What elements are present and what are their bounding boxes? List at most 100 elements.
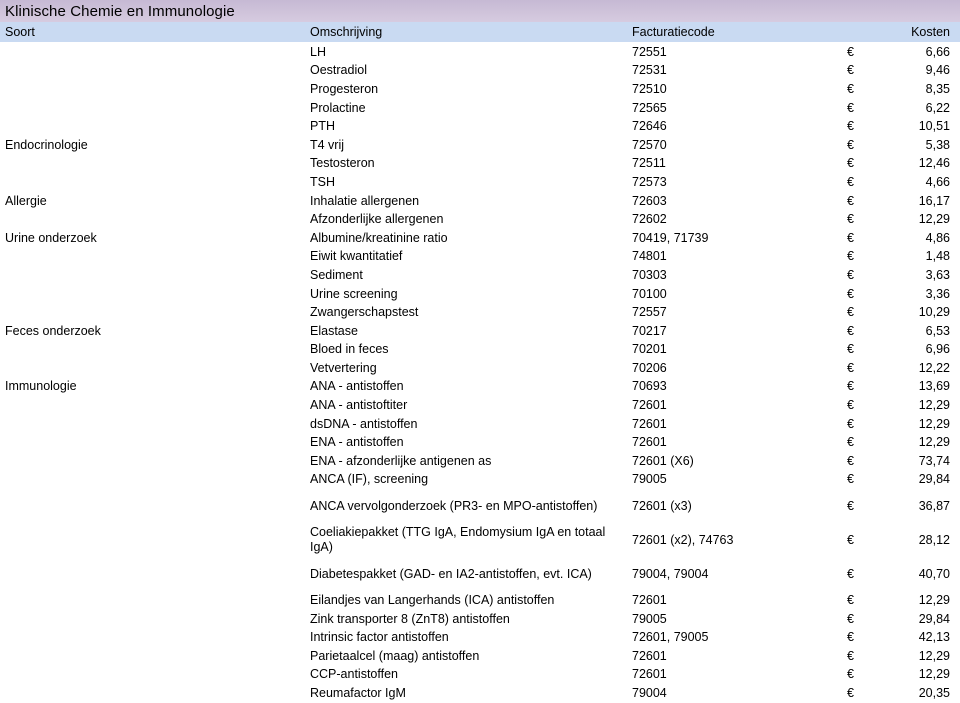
cell-soort: Urine onderzoek	[5, 230, 97, 245]
cell-omschrijving: Parietaalcel (maag) antistoffen	[310, 648, 480, 663]
cell-facturatiecode: 72646	[632, 119, 667, 134]
cell-kosten: 12,29	[918, 648, 950, 663]
cell-kosten: 16,17	[918, 193, 950, 208]
table-row: Bloed in feces 70201 €6,96	[0, 341, 960, 360]
cell-currency-symbol: €	[847, 416, 854, 431]
table-row: Urine screening 70100 €3,36	[0, 285, 960, 304]
cell-omschrijving: Sediment	[310, 267, 363, 282]
cell-soort: Endocrinologie	[5, 137, 88, 152]
cell-currency-symbol: €	[847, 119, 854, 134]
column-header-omschrijving: Omschrijving	[310, 25, 383, 39]
cell-facturatiecode: 70693	[632, 379, 667, 394]
cell-currency-symbol: €	[847, 593, 854, 608]
cell-currency-symbol: €	[847, 472, 854, 487]
cell-kosten: 29,84	[918, 472, 950, 487]
cell-currency-symbol: €	[847, 305, 854, 320]
cell-kosten: 8,35	[925, 81, 950, 96]
cell-omschrijving: Progesteron	[310, 81, 379, 96]
page-title: Klinische Chemie en Immunologie	[5, 2, 235, 20]
cell-kosten: 12,29	[918, 593, 950, 608]
cell-omschrijving: Afzonderlijke allergenen	[310, 212, 444, 227]
cell-omschrijving: CCP-antistoffen	[310, 667, 399, 682]
cell-facturatiecode: 72601 (x3)	[632, 498, 692, 513]
cell-currency-symbol: €	[847, 174, 854, 189]
cell-facturatiecode: 70419, 71739	[632, 230, 709, 245]
cell-omschrijving: ANCA vervolgonderzoek (PR3- en MPO-antis…	[310, 498, 598, 513]
cell-omschrijving: Eilandjes van Langerhands (ICA) antistof…	[310, 593, 555, 608]
cell-facturatiecode: 72510	[632, 81, 667, 96]
cell-currency-symbol: €	[847, 435, 854, 450]
cell-kosten: 6,66	[925, 44, 950, 59]
cell-facturatiecode: 72601	[632, 435, 667, 450]
table-row: ANA - antistoftiter 72601 €12,29	[0, 396, 960, 415]
cell-omschrijving: Coeliakiepakket (TTG IgA, Endomysium IgA…	[310, 525, 606, 555]
cell-omschrijving: Oestradiol	[310, 63, 367, 78]
cell-kosten: 6,53	[925, 323, 950, 338]
cell-omschrijving: Inhalatie allergenen	[310, 193, 420, 208]
cell-facturatiecode: 72601	[632, 416, 667, 431]
cell-facturatiecode: 79005	[632, 472, 667, 487]
table-row: Zink transporter 8 (ZnT8) antistoffen 790…	[0, 610, 960, 629]
cell-omschrijving: Eiwit kwantitatief	[310, 249, 403, 264]
table-row: Afzonderlijke allergenen 72602 €12,29	[0, 210, 960, 229]
cell-omschrijving: Intrinsic factor antistoffen	[310, 630, 449, 645]
cell-currency-symbol: €	[847, 193, 854, 208]
cell-facturatiecode: 72570	[632, 137, 667, 152]
section-title-band: Klinische Chemie en Immunologie	[0, 0, 960, 22]
table-row: Eilandjes van Langerhands (ICA) antistof…	[0, 591, 960, 610]
cell-kosten: 6,96	[925, 342, 950, 357]
cell-kosten: 28,12	[918, 532, 950, 547]
cell-facturatiecode: 70201	[632, 342, 667, 357]
cell-omschrijving: Testosteron	[310, 156, 375, 171]
cell-currency-symbol: €	[847, 286, 854, 301]
price-list-sheet: Klinische Chemie en Immunologie Soort Om…	[0, 0, 960, 700]
cell-facturatiecode: 79005	[632, 611, 667, 626]
cell-omschrijving: Zink transporter 8 (ZnT8) antistoffen	[310, 611, 510, 626]
cell-kosten: 9,46	[925, 63, 950, 78]
cell-facturatiecode: 70217	[632, 323, 667, 338]
table-row: ANCA vervolgonderzoek (PR3- en MPO-antis…	[0, 489, 960, 523]
cell-kosten: 10,51	[918, 119, 950, 134]
cell-currency-symbol: €	[847, 212, 854, 227]
cell-facturatiecode: 79004, 79004	[632, 566, 709, 581]
cell-kosten: 12,29	[918, 667, 950, 682]
table-row: Prolactine 72565 €6,22	[0, 99, 960, 118]
cell-omschrijving: Bloed in feces	[310, 342, 389, 357]
table-row: PTH 72646 €10,51	[0, 117, 960, 136]
cell-facturatiecode: 72601	[632, 667, 667, 682]
cell-kosten: 73,74	[918, 453, 950, 468]
cell-kosten: 10,29	[918, 305, 950, 320]
cell-currency-symbol: €	[847, 360, 854, 375]
table-row: Eiwit kwantitatief 74801 €1,48	[0, 248, 960, 267]
cell-omschrijving: ENA - afzonderlijke antigenen as	[310, 453, 492, 468]
cell-omschrijving: Reumafactor IgM	[310, 686, 406, 701]
cell-currency-symbol: €	[847, 342, 854, 357]
cell-omschrijving: ANCA (IF), screening	[310, 472, 429, 487]
table-row: Intrinsic factor antistoffen 72601, 79005…	[0, 628, 960, 647]
cell-facturatiecode: 72601	[632, 648, 667, 663]
cell-kosten: 12,29	[918, 435, 950, 450]
cell-currency-symbol: €	[847, 267, 854, 282]
cell-currency-symbol: €	[847, 498, 854, 513]
cell-kosten: 29,84	[918, 611, 950, 626]
column-header-kosten: Kosten	[911, 25, 950, 39]
cell-omschrijving: TSH	[310, 174, 335, 189]
table-row: Parietaalcel (maag) antistoffen 72601 €12,…	[0, 647, 960, 666]
cell-omschrijving: dsDNA - antistoffen	[310, 416, 418, 431]
cell-omschrijving: ANA - antistoffen	[310, 379, 404, 394]
table-row: Allergie Inhalatie allergenen 72603 €16,17	[0, 192, 960, 211]
cell-facturatiecode: 72531	[632, 63, 667, 78]
cell-kosten: 12,29	[918, 398, 950, 413]
table-row: Progesteron 72510 €8,35	[0, 80, 960, 99]
cell-kosten: 3,63	[925, 267, 950, 282]
column-header-facturatiecode: Facturatiecode	[632, 25, 715, 39]
cell-currency-symbol: €	[847, 398, 854, 413]
cell-omschrijving: Diabetespakket (GAD- en IA2-antistoffen,…	[310, 566, 592, 581]
table-row: ANCA (IF), screening 79005 €29,84	[0, 471, 960, 490]
table-row: Sediment 70303 €3,63	[0, 266, 960, 285]
table-row: Immunologie ANA - antistoffen 70693 €13,69	[0, 378, 960, 397]
table-row: ENA - antistoffen 72601 €12,29	[0, 433, 960, 452]
cell-currency-symbol: €	[847, 532, 854, 547]
cell-facturatiecode: 72601 (X6)	[632, 453, 694, 468]
table-row: Reumafactor IgM 79004 €20,35	[0, 684, 960, 703]
